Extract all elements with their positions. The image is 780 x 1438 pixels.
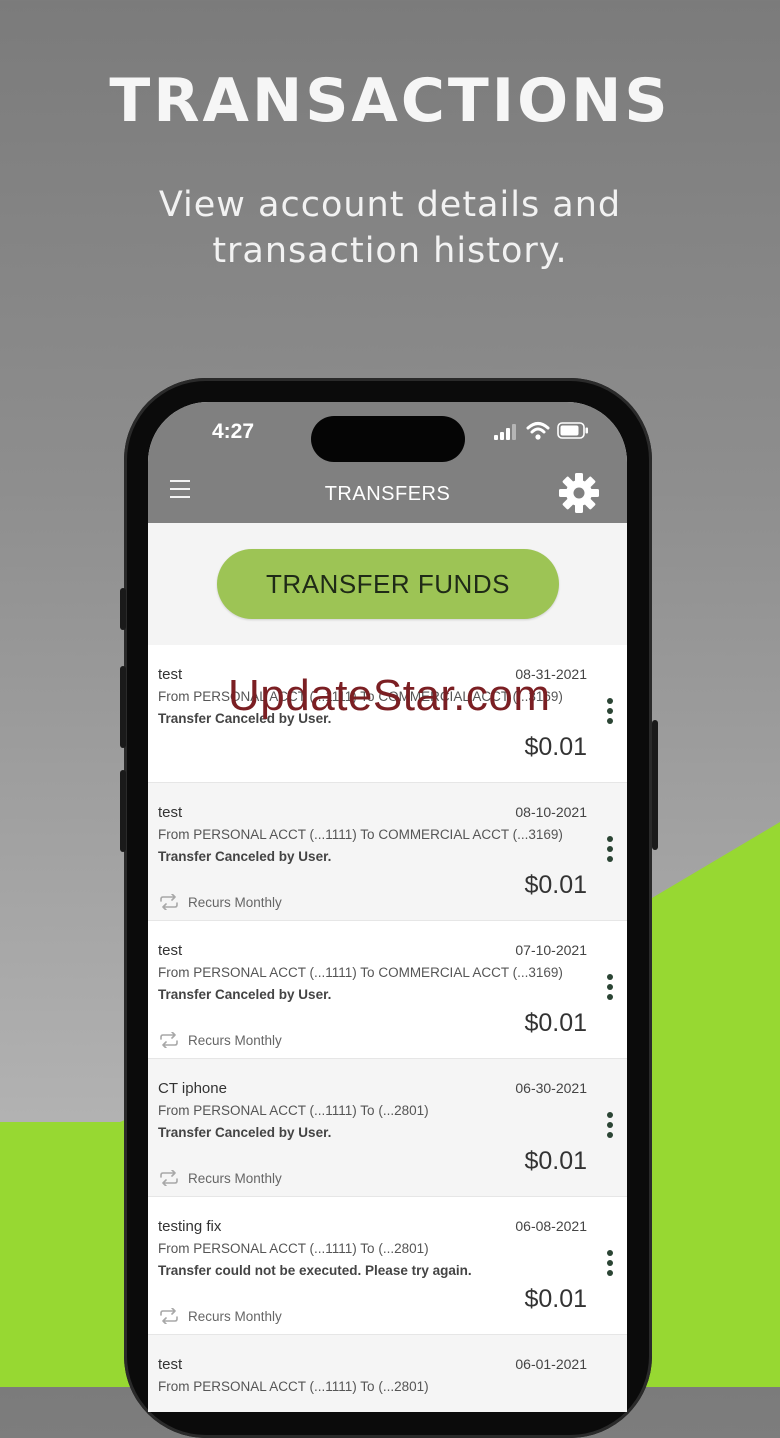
transfer-row[interactable]: test 08-10-2021 From PERSONAL ACCT (...1… [148,783,627,921]
repeat-icon [160,894,178,910]
transfer-status: Transfer Canceled by User. [158,987,332,1002]
transfer-recurrence: Recurs Monthly [158,1032,282,1048]
transfer-status: Transfer Canceled by User. [158,1125,332,1140]
transfer-list: test 08-31-2021 From PERSONAL ACCT (...1… [148,645,627,1412]
transfer-amount: $0.01 [524,1147,587,1175]
recurrence-label: Recurs Monthly [188,1308,282,1324]
recurrence-label: Recurs Monthly [188,1032,282,1048]
transfers-content: TRANSFER FUNDS test 08-31-2021 From PERS… [148,523,627,1412]
promo-subline-line-1: View account details and [158,185,622,225]
dynamic-island [311,416,465,462]
phone-screen: 4:27 TRANSFERS TRANSFER FUNDS test 08-31… [148,402,627,1412]
transfer-amount: $0.01 [524,871,587,899]
transfer-name: test [158,804,183,821]
kebab-icon[interactable] [605,698,615,728]
transfer-recurrence: Recurs Monthly [158,894,282,910]
signal-icon [494,424,516,440]
wifi-icon [526,422,550,440]
transfer-route: From PERSONAL ACCT (...1111) To (...2801… [158,1103,429,1118]
promo-subline-line-2: transaction history. [212,231,568,271]
transfer-recurrence: Recurs Monthly [158,1170,282,1186]
transfer-recurrence: Recurs Monthly [158,1308,282,1324]
transfer-name: CT iphone [158,1080,227,1097]
recurrence-label: Recurs Monthly [188,1170,282,1186]
transfer-date: 07-10-2021 [515,942,587,958]
transfer-row[interactable]: CT iphone 06-30-2021 From PERSONAL ACCT … [148,1059,627,1197]
repeat-icon [160,1170,178,1186]
transfer-name: test [158,1356,183,1373]
transfer-row[interactable]: test 06-01-2021 From PERSONAL ACCT (...1… [148,1335,627,1412]
promo-subline: View account details and transaction his… [0,182,780,274]
transfer-date: 06-08-2021 [515,1218,587,1234]
transfer-amount: $0.01 [524,1285,587,1313]
kebab-icon[interactable] [605,974,615,1004]
transfer-route: From PERSONAL ACCT (...1111) To COMMERCI… [158,827,563,842]
nav-title: TRANSFERS [324,483,451,505]
battery-icon [557,422,588,439]
transfer-row[interactable]: test 07-10-2021 From PERSONAL ACCT (...1… [148,921,627,1059]
transfer-date: 06-30-2021 [515,1080,587,1096]
transfer-date: 08-10-2021 [515,804,587,820]
status-bar: 4:27 [148,402,627,462]
kebab-icon[interactable] [605,1250,615,1280]
watermark-text: UpdateStar.com [228,671,551,720]
phone-power-button [652,720,658,850]
transfer-name: test [158,942,183,959]
transfer-row[interactable]: testing fix 06-08-2021 From PERSONAL ACC… [148,1197,627,1335]
phone-volume-up [120,666,126,748]
kebab-icon[interactable] [605,1112,615,1142]
status-time: 4:27 [212,420,255,443]
phone-volume-down [120,770,126,852]
nav-bar: TRANSFERS [148,462,627,523]
repeat-icon [160,1308,178,1324]
phone-silent-switch [120,588,126,630]
transfer-status: Transfer Canceled by User. [158,849,332,864]
transfer-amount: $0.01 [524,733,587,761]
gear-icon[interactable] [558,472,600,514]
kebab-icon[interactable] [605,836,615,866]
transfer-date: 06-01-2021 [515,1356,587,1372]
transfer-amount: $0.01 [524,1009,587,1037]
recurrence-label: Recurs Monthly [188,894,282,910]
transfer-funds-button[interactable]: TRANSFER FUNDS [217,549,559,619]
transfer-name: testing fix [158,1218,222,1235]
transfer-route: From PERSONAL ACCT (...1111) To COMMERCI… [158,965,563,980]
transfer-name: test [158,666,183,683]
transfer-route: From PERSONAL ACCT (...1111) To (...2801… [158,1241,429,1256]
promo-headline: TRANSACTIONS [109,66,671,136]
transfer-status: Transfer could not be executed. Please t… [158,1263,472,1278]
repeat-icon [160,1032,178,1048]
